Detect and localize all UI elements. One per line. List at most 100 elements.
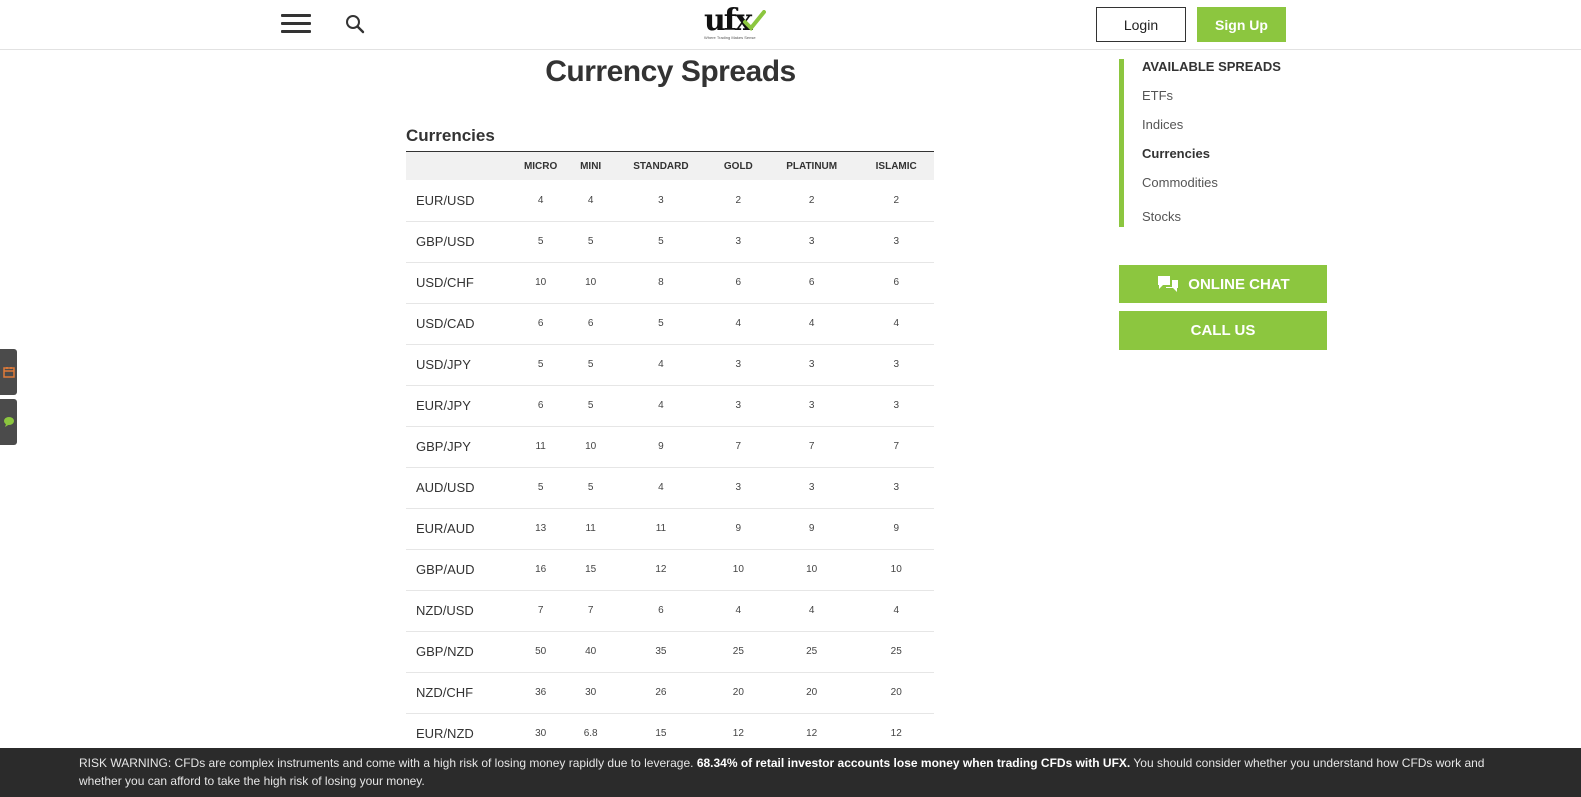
spread-cell: 3: [893, 236, 899, 247]
spread-cell: 11: [655, 523, 667, 534]
spread-cell: 4: [587, 194, 594, 206]
currency-pair-cell: GBP/AUD: [416, 562, 475, 577]
spread-cell: 5: [658, 318, 664, 329]
spreads-table: MICRO MINI STANDARD GOLD PLATINUM ISLAMIC EUR…: [406, 151, 934, 755]
spread-cell: 20: [732, 687, 744, 698]
spread-cell: 30: [585, 687, 597, 698]
sidebar-heading: AVAILABLE SPREADS: [1142, 59, 1281, 74]
spread-cell: 3: [893, 359, 899, 370]
spread-cell: 7: [587, 605, 594, 616]
spread-cell: 7: [735, 441, 742, 452]
spread-cell: 4: [537, 194, 544, 206]
signup-button[interactable]: Sign Up: [1197, 7, 1286, 42]
spread-cell: 2: [893, 194, 899, 206]
spread-cell: 5: [587, 359, 594, 370]
spread-cell: 3: [808, 236, 815, 247]
spread-cell: 8: [658, 277, 664, 288]
spread-cell: 15: [585, 564, 597, 575]
spread-cell: 9: [808, 523, 815, 534]
currency-pair-cell: AUD/USD: [416, 480, 475, 495]
risk-warning-bar: RISK WARNING: CFDs are complex instrumen…: [0, 748, 1581, 797]
spread-cell: 6: [537, 318, 544, 329]
chat-bubbles-icon: [1158, 276, 1179, 292]
table-row: GBP/NZD 50 40 35 25 25 25: [406, 631, 934, 672]
currency-pair-cell: NZD/USD: [416, 603, 474, 618]
table-row: GBP/USD 5 5 5 3 3 3: [406, 221, 934, 262]
spread-cell: 4: [893, 605, 899, 616]
sidebar-item-etfs[interactable]: ETFs: [1142, 88, 1319, 117]
spread-cell: 4: [808, 318, 815, 329]
table-row: NZD/CHF 36 30 26 20 20 20: [406, 672, 934, 713]
spread-cell: 5: [537, 236, 544, 247]
table-row: GBP/JPY 11 10 9 7 7 7: [406, 426, 934, 467]
spread-cell: 5: [537, 359, 544, 370]
table-row: EUR/JPY 6 5 4 3 3 3: [406, 385, 934, 426]
logo-tagline: Where Trading Makes Sense: [704, 35, 756, 40]
spread-cell: 10: [535, 277, 547, 288]
spread-cell: 6: [537, 400, 544, 411]
floating-calendar-tab[interactable]: [0, 349, 17, 395]
hamburger-menu-icon[interactable]: [281, 14, 311, 34]
spread-cell: 11: [535, 441, 546, 452]
spread-cell: 50: [535, 646, 547, 657]
spread-cell: 35: [655, 646, 667, 657]
spread-cell: 25: [732, 646, 744, 657]
spread-cell: 5: [537, 482, 544, 493]
spread-cell: 4: [893, 318, 899, 329]
spread-cell: 4: [808, 605, 815, 616]
section-title: Currencies: [406, 126, 495, 145]
spread-cell: 20: [890, 687, 902, 698]
login-button[interactable]: Login: [1096, 7, 1186, 42]
spread-cell: 3: [735, 482, 742, 493]
spread-cell: 7: [808, 441, 815, 452]
spread-cell: 20: [806, 687, 818, 698]
spread-cell: 6: [893, 277, 899, 288]
calendar-icon: [2, 367, 15, 378]
call-us-button[interactable]: CALL US: [1119, 311, 1327, 350]
ufx-logo[interactable]: ufx Where Trading Makes Sense: [704, 6, 766, 44]
spread-cell: 4: [658, 359, 664, 370]
floating-chat-tab[interactable]: [0, 399, 17, 445]
spread-cell: 7: [893, 441, 899, 452]
spread-cell: 5: [587, 482, 594, 493]
spread-cell: 10: [890, 564, 902, 575]
spread-cell: 3: [808, 359, 815, 370]
sidebar-item-stocks[interactable]: Stocks: [1142, 209, 1319, 238]
column-header-islamic: ISLAMIC: [875, 160, 917, 172]
spread-cell: 9: [735, 523, 742, 534]
spread-cell: 6: [658, 605, 664, 616]
risk-warning-text-1: RISK WARNING: CFDs are complex instrumen…: [79, 756, 697, 770]
spread-cell: 3: [735, 359, 742, 370]
column-header-micro: MICRO: [523, 160, 558, 172]
pair-column-header: [406, 152, 510, 180]
site-header: ufx Where Trading Makes Sense Login Sign…: [0, 0, 1581, 50]
spread-cell: 25: [890, 646, 902, 657]
spread-cell: 3: [735, 400, 742, 411]
logo-check-icon: [743, 10, 766, 31]
currency-pair-cell: GBP/USD: [416, 234, 475, 249]
spread-cell: 6: [587, 318, 594, 329]
column-header-mini: MINI: [580, 160, 602, 172]
table-row: EUR/USD 4 4 3 2 2 2: [406, 180, 934, 221]
table-row: GBP/AUD 16 15 12 10 10 10: [406, 549, 934, 590]
spread-cell: 3: [893, 400, 899, 411]
table-row: USD/CAD 6 6 5 4 4 4: [406, 303, 934, 344]
spread-cell: 10: [585, 277, 597, 288]
spread-cell: 2: [735, 194, 742, 206]
sidebar-item-currencies[interactable]: Currencies: [1142, 146, 1319, 175]
spread-cell: 4: [658, 482, 664, 493]
spread-cell: 13: [535, 523, 547, 534]
spread-cell: 3: [893, 482, 899, 493]
risk-warning-bold: 68.34% of retail investor accounts lose …: [696, 756, 1131, 770]
currency-pair-cell: EUR/AUD: [416, 521, 475, 536]
spread-cell: 3: [658, 194, 664, 206]
sidebar-item-commodities[interactable]: Commodities: [1142, 175, 1319, 204]
sidebar-item-indices[interactable]: Indices: [1142, 117, 1319, 146]
spread-cell: 3: [735, 236, 742, 247]
spread-cell: 11: [585, 523, 596, 534]
spread-cell: 40: [585, 646, 597, 657]
available-spreads-nav: AVAILABLE SPREADS ETFs Indices Currencie…: [1119, 59, 1319, 227]
online-chat-button[interactable]: ONLINE CHAT: [1119, 265, 1327, 303]
search-icon[interactable]: [345, 14, 365, 34]
currency-pair-cell: USD/JPY: [416, 357, 471, 372]
